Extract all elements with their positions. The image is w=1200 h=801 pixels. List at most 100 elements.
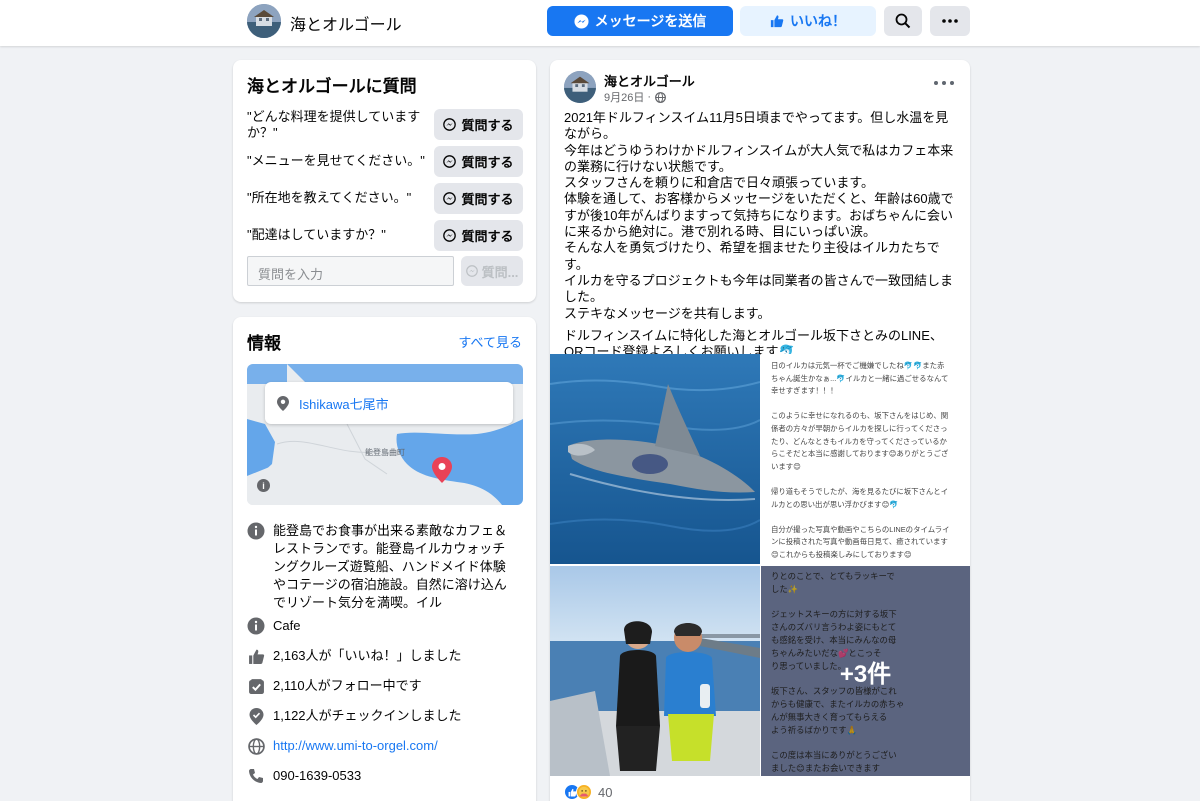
post-line: そんな人を勇気づけたり、希望を掴ませたり主役はイルカたちです。 [564,240,940,272]
question-text: "メニューを見せてください。" [247,153,425,168]
location-map[interactable]: Ishikawa七尾市 能登島曲町 i [247,364,523,505]
page-header: 海とオルゴール メッセージを送信 いいね！ [0,0,1200,46]
reaction-summary[interactable]: 40 [564,784,612,800]
message-line [771,473,961,486]
ask-question-button[interactable]: 質問する [434,183,523,214]
see-all-link[interactable]: すべて見る [458,332,522,351]
post-photo-people[interactable] [550,566,760,776]
question-row: "メニューを見せてください。" 質問する [247,146,523,178]
question-row: "配達はしていますか？" 質問する [247,220,523,252]
message-line: らこそだと本当に感謝しております😊ありがとうござ [771,449,949,459]
submit-question-button[interactable]: 質問... [461,256,523,286]
post-line: 体験を通して、お客様からメッセージをいただくと、年齢は60歳ですが後10年がんば… [564,191,954,240]
ask-question-button[interactable]: 質問する [434,146,523,177]
follow-icon [247,677,265,695]
search-button[interactable] [884,6,922,36]
post-photo-more[interactable]: りとのことで、とてもラッキーで した✨ ジェットスキーの方に対する坂下 さんのズ… [761,566,970,776]
post-card: 海とオルゴール 9月26日 · 2021年ドルフィンスイム11月5日頃までやって… [550,60,970,801]
map-info-icon[interactable]: i [257,479,270,492]
checkin-icon [247,707,265,725]
map-marker-icon [432,457,452,488]
info-icon [247,617,265,635]
message-line: ンに投稿された写真や動画毎日見て、癒されています [771,537,948,547]
questions-title: 海とオルゴールに質問 [247,77,417,96]
message-line: 帰り道もそうでしたが、海を見るたびに坂下さんとイ [771,486,949,496]
question-row: "どんな料理を提供していますか？" 質問する [247,109,523,141]
send-message-button[interactable]: メッセージを送信 [547,6,733,36]
submit-question-label: 質問... [481,264,519,280]
phone-number[interactable]: 090-1639-0533 [273,767,509,785]
map-place-label: 能登島曲町 [365,448,405,457]
send-message-label: メッセージを送信 [594,13,707,29]
page-avatar[interactable] [247,4,281,38]
post-date[interactable]: 9月26日 [604,89,644,105]
question-text: "配達はしていますか？" [247,227,386,242]
ask-questions-card: 海とオルゴールに質問 "どんな料理を提供していますか？" 質問する "メニューを… [233,60,536,302]
more-photos-overlay[interactable]: +3件 [761,566,970,776]
post-line: 2021年ドルフィンスイム11月5日頃までやってます。但し水温を見ながら。 [564,110,949,142]
map-location-label: Ishikawa七尾市 [299,396,389,412]
question-row: "所在地を教えてください。" 質問する [247,183,523,215]
post-line: 今年はどうゆうわけかドルフィンスイムが大人気で私はカフェ本来の業務に行けない状態… [564,142,954,174]
message-line: 日のイルカは元気一杯でご機嫌でしたね🐬🐬また赤 [771,361,945,370]
messenger-icon [574,13,589,29]
messenger-icon [443,192,457,205]
question-input[interactable]: 質問を入力 [247,256,454,286]
like-page-button[interactable]: いいね！ [740,6,876,36]
globe-icon [655,91,666,103]
thumbs-up-icon [247,647,265,665]
post-options-icon[interactable] [934,78,954,88]
more-icon [942,19,958,23]
message-line: います😊 [771,461,801,471]
post-text: 2021年ドルフィンスイム11月5日頃までやってます。但し水温を見ながら。 今年… [564,110,960,360]
ask-question-label: 質問する [461,192,514,207]
messenger-icon [443,155,457,168]
ask-question-button[interactable]: 質問する [434,109,523,140]
like-page-label: いいね！ [790,13,846,29]
checkins-count-text: 1,122人がチェックインしました [273,708,462,723]
thumbs-up-icon [770,14,784,28]
info-phone: 090-1639-0533 [247,767,527,785]
category-text: Cafe [273,618,301,633]
more-photos-count: +3件 [839,660,892,688]
post-line: イルカを守るプロジェクトも今年は同業者の皆さんで一致団結しました。 [564,272,953,305]
message-line [771,398,961,411]
people-image [550,566,760,776]
post-author-avatar[interactable] [564,71,596,103]
message-line: 幸せすぎます！！！ [771,386,838,396]
post-author-name[interactable]: 海とオルゴール [604,71,695,90]
phone-icon [247,767,265,785]
messenger-icon [443,229,457,242]
follows-count-text: 2,110人がフォロー中です [273,678,422,693]
dolphin-image [550,354,760,564]
page-description: 能登島でお食事が出来る素敵なカフェ＆レストランです。能登島イルカウォッチングクル… [273,523,508,610]
info-checkins: 1,122人がチェックインしました [247,707,527,725]
reaction-count: 40 [598,784,613,800]
info-icon [247,522,265,540]
search-icon [895,13,911,29]
post-photo-message[interactable]: 日のイルカは元気一杯でご機嫌でしたね🐬🐬また赤 ちゃん誕生かなぁ...🐬イルカと… [761,354,970,564]
likes-count-text: 2,163人が「いいね！」しました [273,648,462,663]
map-location-box[interactable]: Ishikawa七尾市 [265,382,513,424]
post-line: スタッフさんを頼りに和倉店で日々頑張っています。 [564,175,875,191]
globe-icon [247,737,265,755]
message-line: 自分が撮った写真や動画やこちらのLINEのタイムライ [771,524,950,534]
more-options-button[interactable] [930,6,970,36]
message-line: ルカとの思い出が思い浮かびます😊🐬 [771,499,899,509]
message-line: たり、どんなときもイルカを守ってくださっているか [771,436,947,446]
ask-question-button[interactable]: 質問する [434,220,523,251]
ask-question-label: 質問する [461,155,514,170]
message-line: 係者の方々が早朝からイルカを探しに行ってくださっ [771,423,948,433]
message-line [771,511,961,524]
post-photo-dolphin[interactable] [550,354,760,564]
website-link[interactable]: http://www.umi-to-orgel.com/ [273,737,509,755]
question-text: "どんな料理を提供していますか？" [247,109,421,140]
info-follows: 2,110人がフォロー中です [247,677,527,695]
question-text: "所在地を教えてください。" [247,190,412,205]
post-line: ステキなメッセージを共有します。 [564,305,771,321]
ask-question-label: 質問する [461,229,514,244]
info-likes: 2,163人が「いいね！」しました [247,647,527,665]
message-line: ちゃん誕生かなぁ...🐬イルカと一緒に過ごせるなんて [771,373,949,383]
info-website: http://www.umi-to-orgel.com/ [247,737,527,755]
meta-separator: · [647,91,652,103]
